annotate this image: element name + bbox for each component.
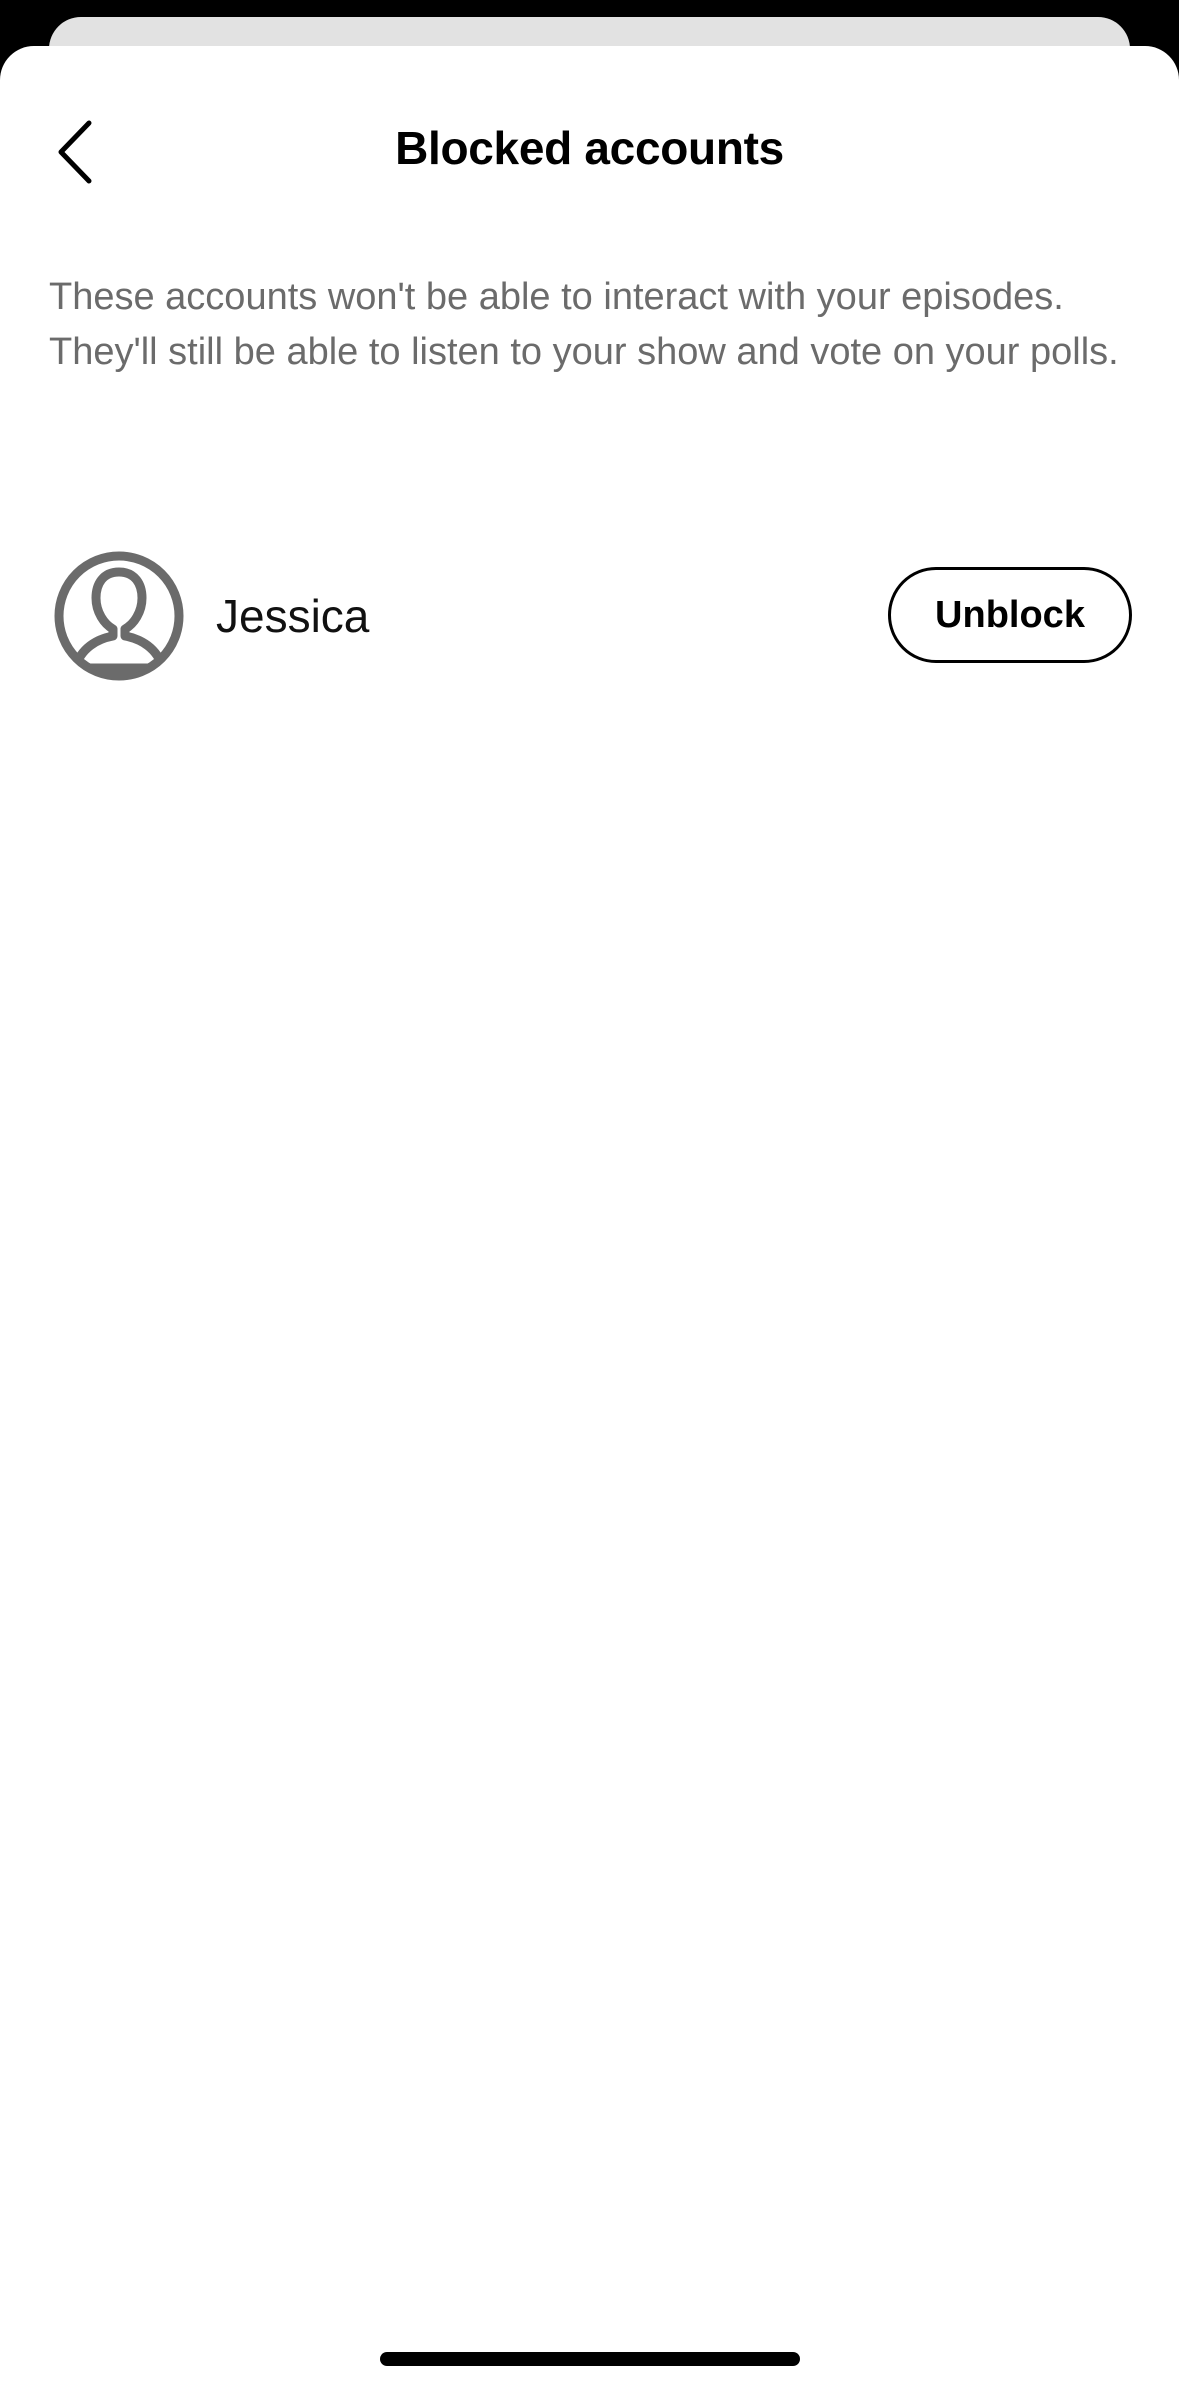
avatar (53, 550, 185, 682)
account-name: Jessica (216, 590, 370, 642)
blocked-accounts-sheet: Blocked accounts These accounts won't be… (0, 46, 1179, 2396)
unblock-button[interactable]: Unblock (888, 567, 1132, 663)
blocked-account-row: Jessica Unblock (49, 546, 1134, 686)
home-indicator (380, 2352, 800, 2366)
user-avatar-icon (54, 551, 184, 681)
blocked-accounts-description: These accounts won't be able to interact… (49, 276, 1119, 373)
page-title: Blocked accounts (395, 122, 784, 174)
